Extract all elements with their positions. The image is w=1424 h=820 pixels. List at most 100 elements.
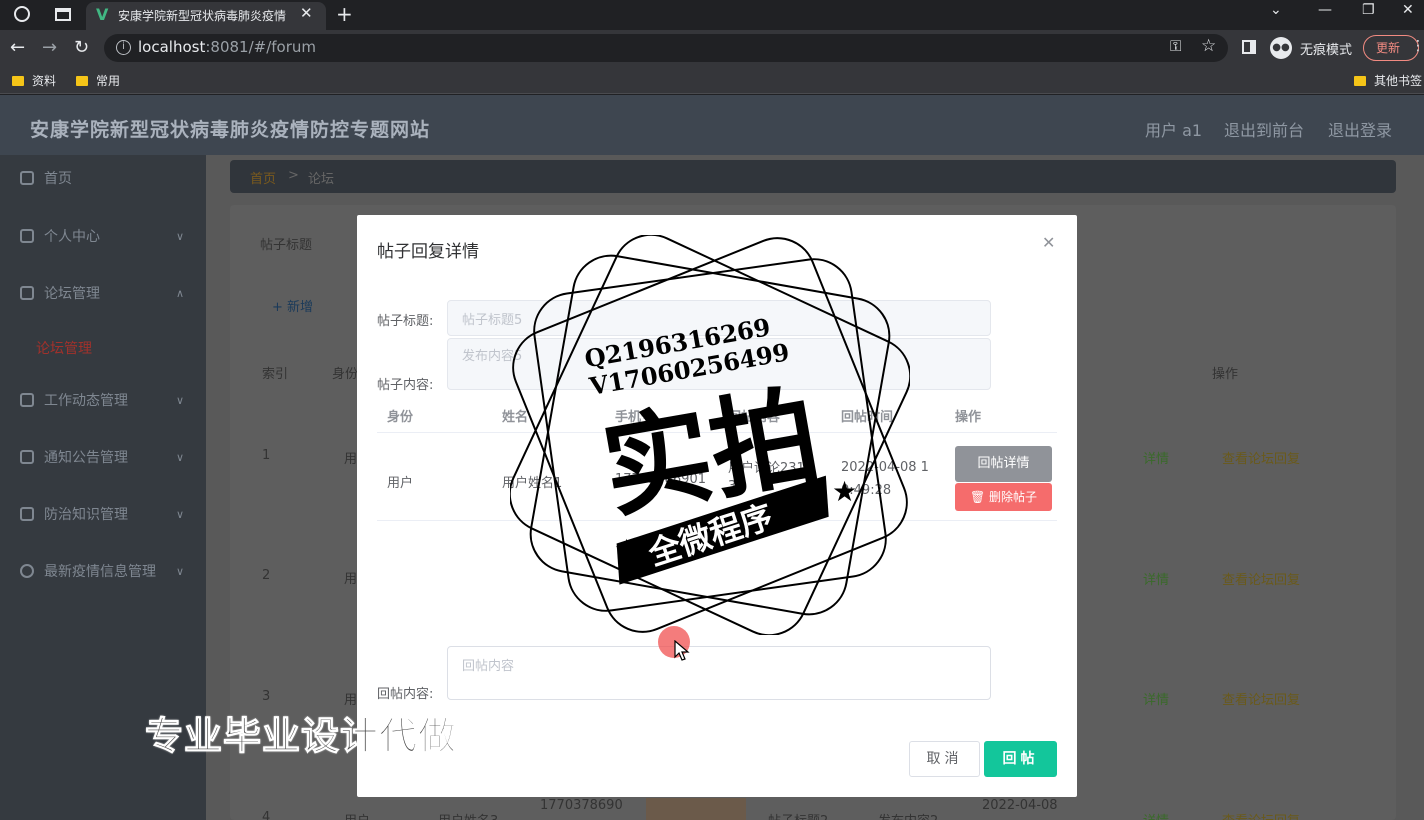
restore-icon[interactable]: ❐ <box>1362 2 1375 18</box>
sidebar-item-forum[interactable]: 论坛管理 ∧ <box>0 274 206 314</box>
logout-link[interactable]: 退出登录 <box>1328 117 1392 141</box>
sidebar-item-epidemic[interactable]: 最新疫情信息管理 ∨ <box>0 552 206 592</box>
detail-link[interactable]: 详情 <box>1143 689 1169 708</box>
globe-icon[interactable] <box>14 6 30 22</box>
row-title: 帖子标题2 <box>768 810 828 820</box>
row-identity: 用户 <box>344 810 370 820</box>
star-icon[interactable]: ☆ <box>1201 36 1216 56</box>
reload-icon[interactable]: ↻ <box>74 37 89 58</box>
sidebar-item-work[interactable]: 工作动态管理 ∨ <box>0 381 206 421</box>
view-reply-link[interactable]: 查看论坛回复 <box>1222 689 1300 708</box>
star-icon: ★ <box>832 475 857 508</box>
breadcrumb-home[interactable]: 首页 <box>250 168 276 187</box>
folder-icon <box>76 76 88 86</box>
post-title-label: 帖子标题: <box>377 314 434 329</box>
minimize-icon[interactable]: — <box>1318 2 1332 18</box>
reply-detail-button[interactable]: 回帖详情 <box>955 446 1052 482</box>
reply-textarea[interactable]: 回帖内容 <box>447 646 991 700</box>
notice-icon <box>20 450 34 464</box>
flag-icon <box>20 286 34 300</box>
chevron-up-icon: ∧ <box>175 287 184 300</box>
star-icon: ★ <box>614 533 639 566</box>
close-window-icon[interactable]: ✕ <box>1402 2 1414 18</box>
more-icon[interactable]: ⋮ <box>1411 38 1424 54</box>
row-name: 用户姓名3 <box>438 810 498 820</box>
chevron-down-icon: ∨ <box>175 451 184 464</box>
bookmark-folder[interactable]: 资料 <box>12 72 56 89</box>
delete-post-button[interactable]: 🗑 删除帖子 <box>955 483 1052 511</box>
row-index: 1 <box>262 448 271 463</box>
breadcrumb-current: 论坛 <box>308 172 335 187</box>
detail-link[interactable]: 详情 <box>1143 569 1169 588</box>
breadcrumb <box>230 160 1396 193</box>
col-identity: 身份 <box>387 410 414 425</box>
cancel-button[interactable]: 取消 <box>909 741 980 777</box>
row-phone: 1770378690 <box>540 798 623 813</box>
row-index: 2 <box>262 568 271 583</box>
browser-tab[interactable]: 安康学院新型冠状病毒肺炎疫情 <box>86 2 326 30</box>
chevron-down-icon[interactable]: ⌄ <box>1270 2 1282 18</box>
dialog-title: 帖子回复详情 <box>377 242 479 262</box>
close-icon[interactable]: ✕ <box>1042 233 1055 252</box>
mouse-cursor-icon <box>674 640 690 661</box>
detail-link[interactable]: 详情 <box>1143 810 1169 820</box>
to-front-link[interactable]: 退出到前台 <box>1224 117 1304 141</box>
url-text[interactable]: localhost:8081/#/forum <box>138 38 316 56</box>
submit-reply-button[interactable]: 回帖 <box>984 741 1057 777</box>
key-icon[interactable]: ⚿ <box>1170 37 1181 55</box>
sidebar-item-knowledge[interactable]: 防治知识管理 ∨ <box>0 495 206 535</box>
view-reply-link[interactable]: 查看论坛回复 <box>1222 569 1300 588</box>
sidebar-subitem-forum[interactable]: 论坛管理 <box>36 338 92 358</box>
col-actions: 操作 <box>955 410 982 425</box>
incognito-icon[interactable]: ●● <box>1270 37 1292 59</box>
row-index: 4 <box>262 810 271 820</box>
plus-icon[interactable]: + <box>336 2 353 26</box>
row-image <box>646 798 746 820</box>
detail-link[interactable]: 详情 <box>1143 448 1169 467</box>
user-name: 用户 a1 <box>1145 121 1203 140</box>
forward-icon[interactable]: → <box>42 37 57 58</box>
view-reply-link[interactable]: 查看论坛回复 <box>1222 448 1300 467</box>
other-bookmarks[interactable]: 其他书签 <box>1354 72 1422 89</box>
row-identity: 用 <box>344 452 358 467</box>
sidebar-item-profile[interactable]: 个人中心 ∨ <box>0 217 206 257</box>
col-actions: 操作 <box>1212 367 1239 382</box>
search-input[interactable]: 帖子标题 <box>260 234 312 253</box>
row-content: 发布内容2 <box>878 810 938 820</box>
home-icon <box>20 171 34 185</box>
close-icon[interactable]: ✕ <box>300 4 313 22</box>
sidebar-item-notice[interactable]: 通知公告管理 ∨ <box>0 438 206 478</box>
stamp-watermark: Q2196316269 V17060256499 实拍 全微程序 ★ ★ <box>510 235 910 635</box>
cell-identity: 用户 <box>387 476 414 491</box>
chevron-down-icon: ∨ <box>175 508 184 521</box>
clock-icon <box>20 564 34 578</box>
sidepanel-icon[interactable] <box>1242 40 1256 54</box>
add-button[interactable]: + 新增 <box>272 296 313 315</box>
breadcrumb-separator: > <box>288 168 299 183</box>
view-reply-link[interactable]: 查看论坛回复 <box>1222 810 1300 820</box>
list-icon <box>20 393 34 407</box>
vue-logo-icon: V <box>96 5 109 24</box>
post-content-label: 帖子内容: <box>377 378 434 393</box>
row-date: 2022-04-08 <box>982 798 1058 813</box>
incognito-label[interactable]: 无痕模式 <box>1300 39 1352 58</box>
chevron-down-icon: ∨ <box>175 394 184 407</box>
user-icon <box>20 229 34 243</box>
bookmarks-bar <box>0 66 1424 94</box>
sidebar-item-home[interactable]: 首页 <box>0 159 206 199</box>
back-icon[interactable]: ← <box>10 37 25 58</box>
mic-icon <box>20 507 34 521</box>
trash-icon: 🗑 <box>969 490 990 504</box>
folder-icon <box>12 76 24 86</box>
col-identity: 身份 <box>332 367 359 382</box>
row-identity: 用 <box>344 572 358 587</box>
site-title: 安康学院新型冠状病毒肺炎疫情防控专题网站 <box>30 119 431 141</box>
window-icon[interactable] <box>55 8 71 21</box>
info-icon[interactable]: i <box>116 40 131 55</box>
col-index: 索引 <box>262 367 289 382</box>
ad-watermark: 专业毕业设计代做 <box>144 714 458 759</box>
chevron-down-icon: ∨ <box>175 230 184 243</box>
row-index: 3 <box>262 689 271 704</box>
chevron-down-icon: ∨ <box>175 565 184 578</box>
bookmark-folder[interactable]: 常用 <box>76 72 120 89</box>
